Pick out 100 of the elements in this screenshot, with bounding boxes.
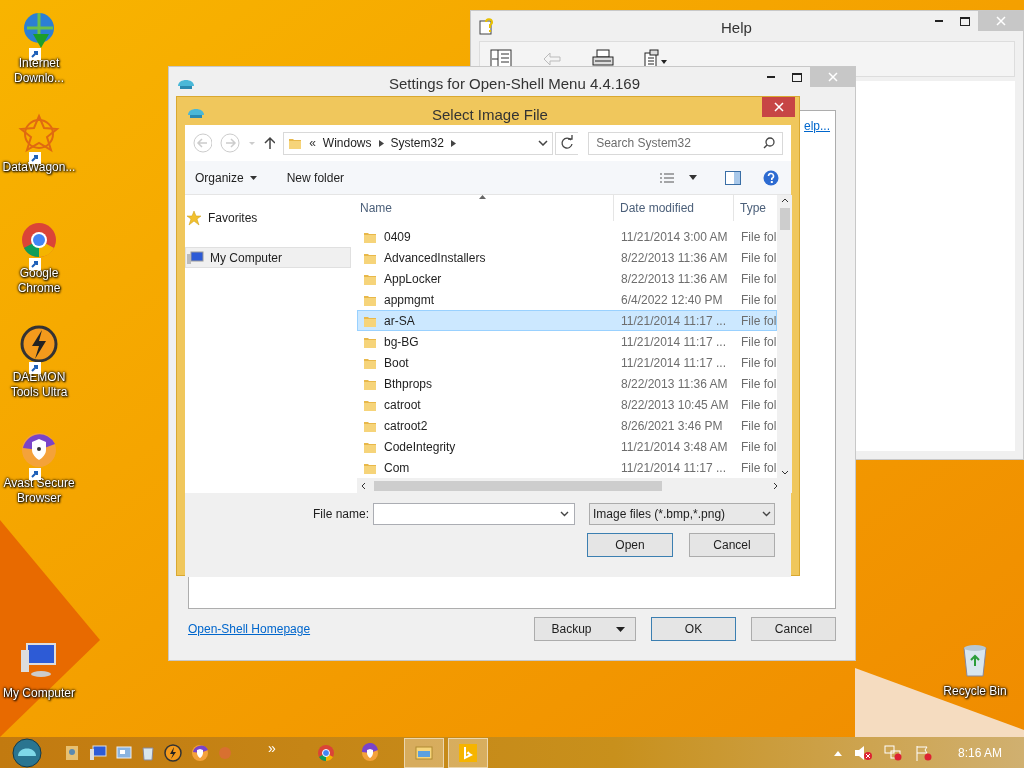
maximize-icon[interactable]: [792, 72, 802, 82]
printer-icon[interactable]: [592, 49, 614, 69]
taskbar-button[interactable]: [447, 737, 488, 768]
file-name: Boot: [384, 354, 409, 372]
search-icon[interactable]: [763, 136, 775, 149]
dialog-button[interactable]: OK: [651, 617, 736, 641]
dialog-button[interactable]: Open: [587, 533, 673, 557]
close-icon: [827, 72, 838, 82]
file-name: CodeIntegrity: [384, 438, 456, 456]
file-type-dropdown[interactable]: Image files (*.bmp,*.png): [589, 503, 775, 525]
column-header[interactable]: Type: [734, 195, 766, 221]
organize-menu[interactable]: Organize: [195, 168, 257, 187]
desktop-icon-label: Recycle Bin: [942, 684, 1008, 699]
date-cell-text: 8/26/2021 3:46 PM: [620, 417, 724, 435]
file-name: AdvancedInstallers: [384, 249, 486, 267]
search-field[interactable]: Search System32: [588, 131, 783, 155]
scroll-right-icon[interactable]: [773, 481, 779, 490]
close-button[interactable]: [762, 97, 795, 117]
nav-item[interactable]: My Computer: [185, 247, 351, 268]
network-panel-icon[interactable]: [116, 744, 132, 761]
column-header[interactable]: Date modified: [614, 195, 734, 221]
file-row[interactable]: Bthprops 8/22/2013 11:36 AM File fol: [357, 373, 778, 394]
lightning-bolt-icon[interactable]: [164, 743, 182, 762]
chevron-icon[interactable]: [450, 139, 456, 147]
new-folder-button[interactable]: New folder: [286, 168, 345, 187]
dropdown-caret-icon[interactable]: [537, 140, 548, 146]
file-row[interactable]: 0409 11/21/2014 3:00 AM File fol: [357, 226, 778, 247]
date-cell-text: 8/22/2013 11:36 AM: [620, 270, 729, 288]
file-row[interactable]: ar-SA 11/21/2014 11:17 ... File fol: [357, 310, 778, 331]
file-name: Bthprops: [384, 375, 433, 393]
address-bar[interactable]: « Windows System32: [283, 131, 553, 155]
window-title: Help: [721, 18, 752, 38]
help-link[interactable]: elp...: [804, 117, 830, 135]
path-overflow[interactable]: «: [309, 134, 316, 152]
dropdown-caret-icon[interactable]: [560, 511, 569, 517]
shortcut-arrow-icon: [29, 258, 41, 270]
hide-pane-icon[interactable]: [490, 49, 512, 69]
file-row[interactable]: Com 11/21/2014 11:17 ... File fol: [357, 457, 778, 478]
network-icon[interactable]: [883, 744, 902, 761]
type-cell-text: File fol: [740, 375, 777, 393]
scrollbar-thumb[interactable]: [779, 208, 790, 230]
file-row[interactable]: Boot 11/21/2014 11:17 ... File fol: [357, 352, 778, 373]
date-cell-text: 11/21/2014 11:17 ...: [620, 312, 727, 330]
file-row[interactable]: catroot 8/22/2013 10:45 AM File fol: [357, 394, 778, 415]
date-cell-text: 11/21/2014 11:17 ...: [620, 333, 727, 351]
dialog-button[interactable]: Cancel: [689, 533, 775, 557]
dialog-button[interactable]: Cancel: [751, 617, 836, 641]
breadcrumb-item[interactable]: System32: [390, 134, 444, 152]
scroll-left-icon[interactable]: [361, 481, 366, 490]
nav-item[interactable]: Favorites: [185, 207, 351, 228]
file-row[interactable]: AppLocker 8/22/2013 11:36 AM File fol: [357, 268, 778, 289]
type-cell-text: File fol: [740, 333, 777, 351]
up-arrow-icon[interactable]: [263, 136, 276, 150]
file-row[interactable]: appmgmt 6/4/2022 12:40 PM File fol: [357, 289, 778, 310]
file-name: Com: [384, 459, 410, 477]
window-title: Settings for Open-Shell Menu 4.4.169: [389, 74, 640, 94]
bing-logo-icon: [457, 742, 478, 763]
speaker-muted-icon[interactable]: [853, 744, 872, 761]
recycle-bin-icon[interactable]: [141, 744, 155, 761]
flag-icon[interactable]: [913, 744, 932, 761]
file-row[interactable]: catroot2 8/26/2021 3:46 PM File fol: [357, 415, 778, 436]
date-cell-text: 11/21/2014 11:17 ...: [620, 459, 727, 477]
scrollbar-thumb[interactable]: [374, 480, 662, 491]
maximize-icon[interactable]: [960, 16, 970, 26]
view-list-icon[interactable]: [659, 171, 675, 184]
date-cell-text: 8/22/2013 10:45 AM: [620, 396, 730, 414]
shortcut-arrow-icon: [29, 362, 41, 374]
file-row[interactable]: bg-BG 11/21/2014 11:17 ... File fol: [357, 331, 778, 352]
refresh-icon[interactable]: [554, 131, 579, 155]
file-name: AppLocker: [384, 270, 442, 288]
desktop-icon-label: Internet Downlo...: [13, 56, 65, 86]
chevron-icon[interactable]: [378, 139, 384, 147]
help-icon[interactable]: [763, 169, 779, 186]
folder-icon: [288, 136, 303, 150]
horizontal-scrollbar[interactable]: [357, 478, 793, 493]
scroll-down-icon[interactable]: [780, 470, 789, 475]
homepage-link[interactable]: Open-Shell Homepage: [188, 620, 311, 638]
type-cell-text: File fol: [740, 249, 777, 267]
date-cell-text: 11/21/2014 11:17 ...: [620, 354, 727, 372]
vertical-scrollbar[interactable]: [777, 195, 793, 478]
split-button[interactable]: Backup: [534, 617, 636, 641]
date-cell-text: 11/21/2014 3:48 AM: [620, 438, 729, 456]
file-name-field[interactable]: [373, 503, 575, 525]
file-row[interactable]: AdvancedInstallers 8/22/2013 11:36 AM File fol: [357, 247, 778, 268]
file-name-label: File name:: [312, 506, 369, 523]
breadcrumb-item[interactable]: Windows: [322, 134, 372, 152]
show-hidden-icons[interactable]: [833, 749, 842, 756]
caret-icon[interactable]: [689, 175, 697, 180]
file-name: catroot2: [384, 417, 428, 435]
shield-lock-icon[interactable]: [191, 743, 209, 762]
shortcut-arrow-icon: [29, 468, 41, 480]
file-name: 0409: [384, 228, 411, 246]
scroll-up-icon[interactable]: [780, 198, 789, 203]
sort-arrow-icon: [479, 195, 486, 199]
preview-pane-icon[interactable]: [725, 170, 741, 185]
column-header[interactable]: Name: [357, 195, 614, 221]
file-row[interactable]: CodeIntegrity 11/21/2014 3:48 AM File fol: [357, 436, 778, 457]
dialog-title: Select Image File: [432, 105, 548, 125]
type-cell-text: File fol: [740, 396, 777, 414]
computer-icon[interactable]: [89, 744, 107, 761]
